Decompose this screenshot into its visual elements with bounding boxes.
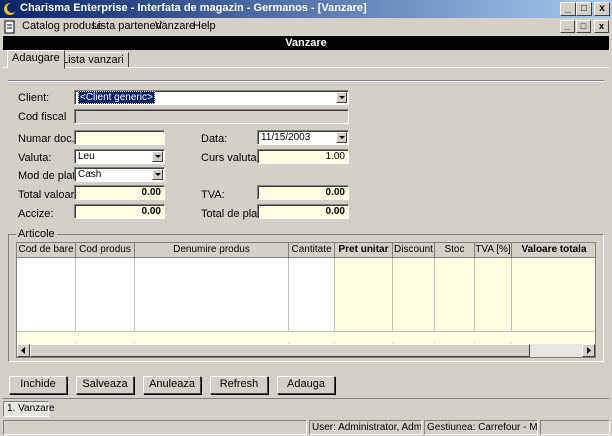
salveaza-button[interactable]: Salveaza xyxy=(76,376,134,394)
tva-label: TVA: xyxy=(201,189,225,201)
window-tab-bar xyxy=(3,398,609,418)
curs-valutar-input[interactable]: 1.00 xyxy=(257,149,349,164)
arrow-left-icon xyxy=(21,347,25,354)
mod-plata-value: Cash xyxy=(78,169,102,180)
menu-vanzare[interactable]: Vanzare xyxy=(155,20,195,32)
status-bar: User: Administrator, Administr Gestiunea… xyxy=(0,418,612,436)
curs-valutar-label: Curs valutar: xyxy=(201,152,264,164)
valuta-label: Valuta: xyxy=(18,152,52,164)
accize-field: 0.00 xyxy=(74,204,165,219)
col-cod-de-bare[interactable]: Cod de bare xyxy=(17,243,76,258)
minimize-button[interactable]: _ xyxy=(560,2,576,16)
tva-field: 0.00 xyxy=(257,185,349,200)
scroll-right-button[interactable] xyxy=(582,344,595,357)
close-button[interactable]: x xyxy=(594,2,610,16)
tab-adaugare[interactable]: Adaugare xyxy=(7,50,65,69)
col-stoc[interactable]: Stoc xyxy=(435,243,475,258)
articole-grid[interactable]: Cod de bare Cod produs Denumire produs C… xyxy=(16,242,596,358)
tab-lista-vanzari[interactable]: Lista vanzari xyxy=(57,52,129,68)
chevron-down-icon[interactable] xyxy=(336,132,347,143)
menu-catalog-produse[interactable]: Catalog produse xyxy=(22,20,103,32)
anuleaza-button[interactable]: Anuleaza xyxy=(143,376,201,394)
tab-underline xyxy=(3,67,609,68)
total-valoare-field: 0.00 xyxy=(74,185,165,200)
status-gestiune: Gestiunea: Carrefour - Marfa V xyxy=(424,420,538,435)
chevron-down-icon[interactable] xyxy=(152,169,163,180)
title-bar: Charisma Enterprise - Interfata de magaz… xyxy=(0,0,612,18)
adauga-button[interactable]: Adauga xyxy=(277,376,335,394)
chevron-down-icon[interactable] xyxy=(152,151,163,162)
maximize-button[interactable]: □ xyxy=(576,2,592,16)
col-tva[interactable]: TVA [%] xyxy=(475,243,512,258)
client-dropdown[interactable]: <Client generic> xyxy=(74,90,349,105)
data-value: 11/15/2003 xyxy=(261,132,311,143)
window-title: Charisma Enterprise - Interfata de magaz… xyxy=(20,2,367,14)
valuta-dropdown[interactable]: Leu xyxy=(74,149,165,164)
scroll-left-button[interactable] xyxy=(17,344,30,357)
col-cantitate[interactable]: Cantitate xyxy=(289,243,335,258)
separator xyxy=(8,80,604,82)
accize-label: Accize: xyxy=(18,208,54,220)
col-denumire-produs[interactable]: Denumire produs xyxy=(135,243,289,258)
valuta-value: Leu xyxy=(78,151,95,162)
col-cod-produs[interactable]: Cod produs xyxy=(76,243,135,258)
col-valoare-totala[interactable]: Valoare totala xyxy=(512,243,595,258)
numar-doc-label: Numar doc.: xyxy=(18,133,78,145)
mdi-minimize-button[interactable]: _ xyxy=(560,20,575,33)
chevron-down-icon[interactable] xyxy=(336,92,347,103)
app-logo-icon xyxy=(4,3,17,15)
window-tab-vanzare[interactable]: 1. Vanzare xyxy=(3,401,55,417)
grid-total-row xyxy=(17,331,595,343)
arrow-right-icon xyxy=(587,347,591,354)
client-label: Client: xyxy=(18,92,50,104)
mod-plata-dropdown[interactable]: Cash xyxy=(74,167,165,182)
status-panel-empty xyxy=(3,420,307,435)
mdi-close-button[interactable]: x xyxy=(594,20,609,33)
data-label: Data: xyxy=(201,133,228,145)
mdi-restore-button[interactable]: □ xyxy=(576,20,591,33)
cod-fiscal-field xyxy=(74,109,349,124)
horizontal-scrollbar[interactable] xyxy=(17,344,595,357)
articole-label: Articole xyxy=(16,228,57,240)
menu-bar: Catalog produse Lista parteneri Vanzare … xyxy=(0,18,612,36)
form-header: Vanzare xyxy=(3,36,609,50)
cod-fiscal-label: Cod fiscal xyxy=(18,111,67,123)
inchide-button[interactable]: Inchide xyxy=(9,376,67,394)
client-value: <Client generic> xyxy=(78,91,155,104)
refresh-button[interactable]: Refresh xyxy=(210,376,268,394)
total-plata-field: 0.00 xyxy=(257,204,349,219)
col-pret-unitar[interactable]: Pret unitar xyxy=(335,243,393,258)
numar-doc-input[interactable] xyxy=(74,130,165,145)
menu-help[interactable]: Help xyxy=(193,20,216,32)
col-discount[interactable]: Discount xyxy=(393,243,435,258)
status-panel-extra xyxy=(540,420,610,435)
scroll-thumb[interactable] xyxy=(30,344,530,357)
status-user: User: Administrator, Administr xyxy=(309,420,422,435)
data-dropdown[interactable]: 11/15/2003 xyxy=(257,130,349,145)
document-icon xyxy=(4,20,15,34)
menu-lista-parteneri[interactable]: Lista parteneri xyxy=(92,20,162,32)
